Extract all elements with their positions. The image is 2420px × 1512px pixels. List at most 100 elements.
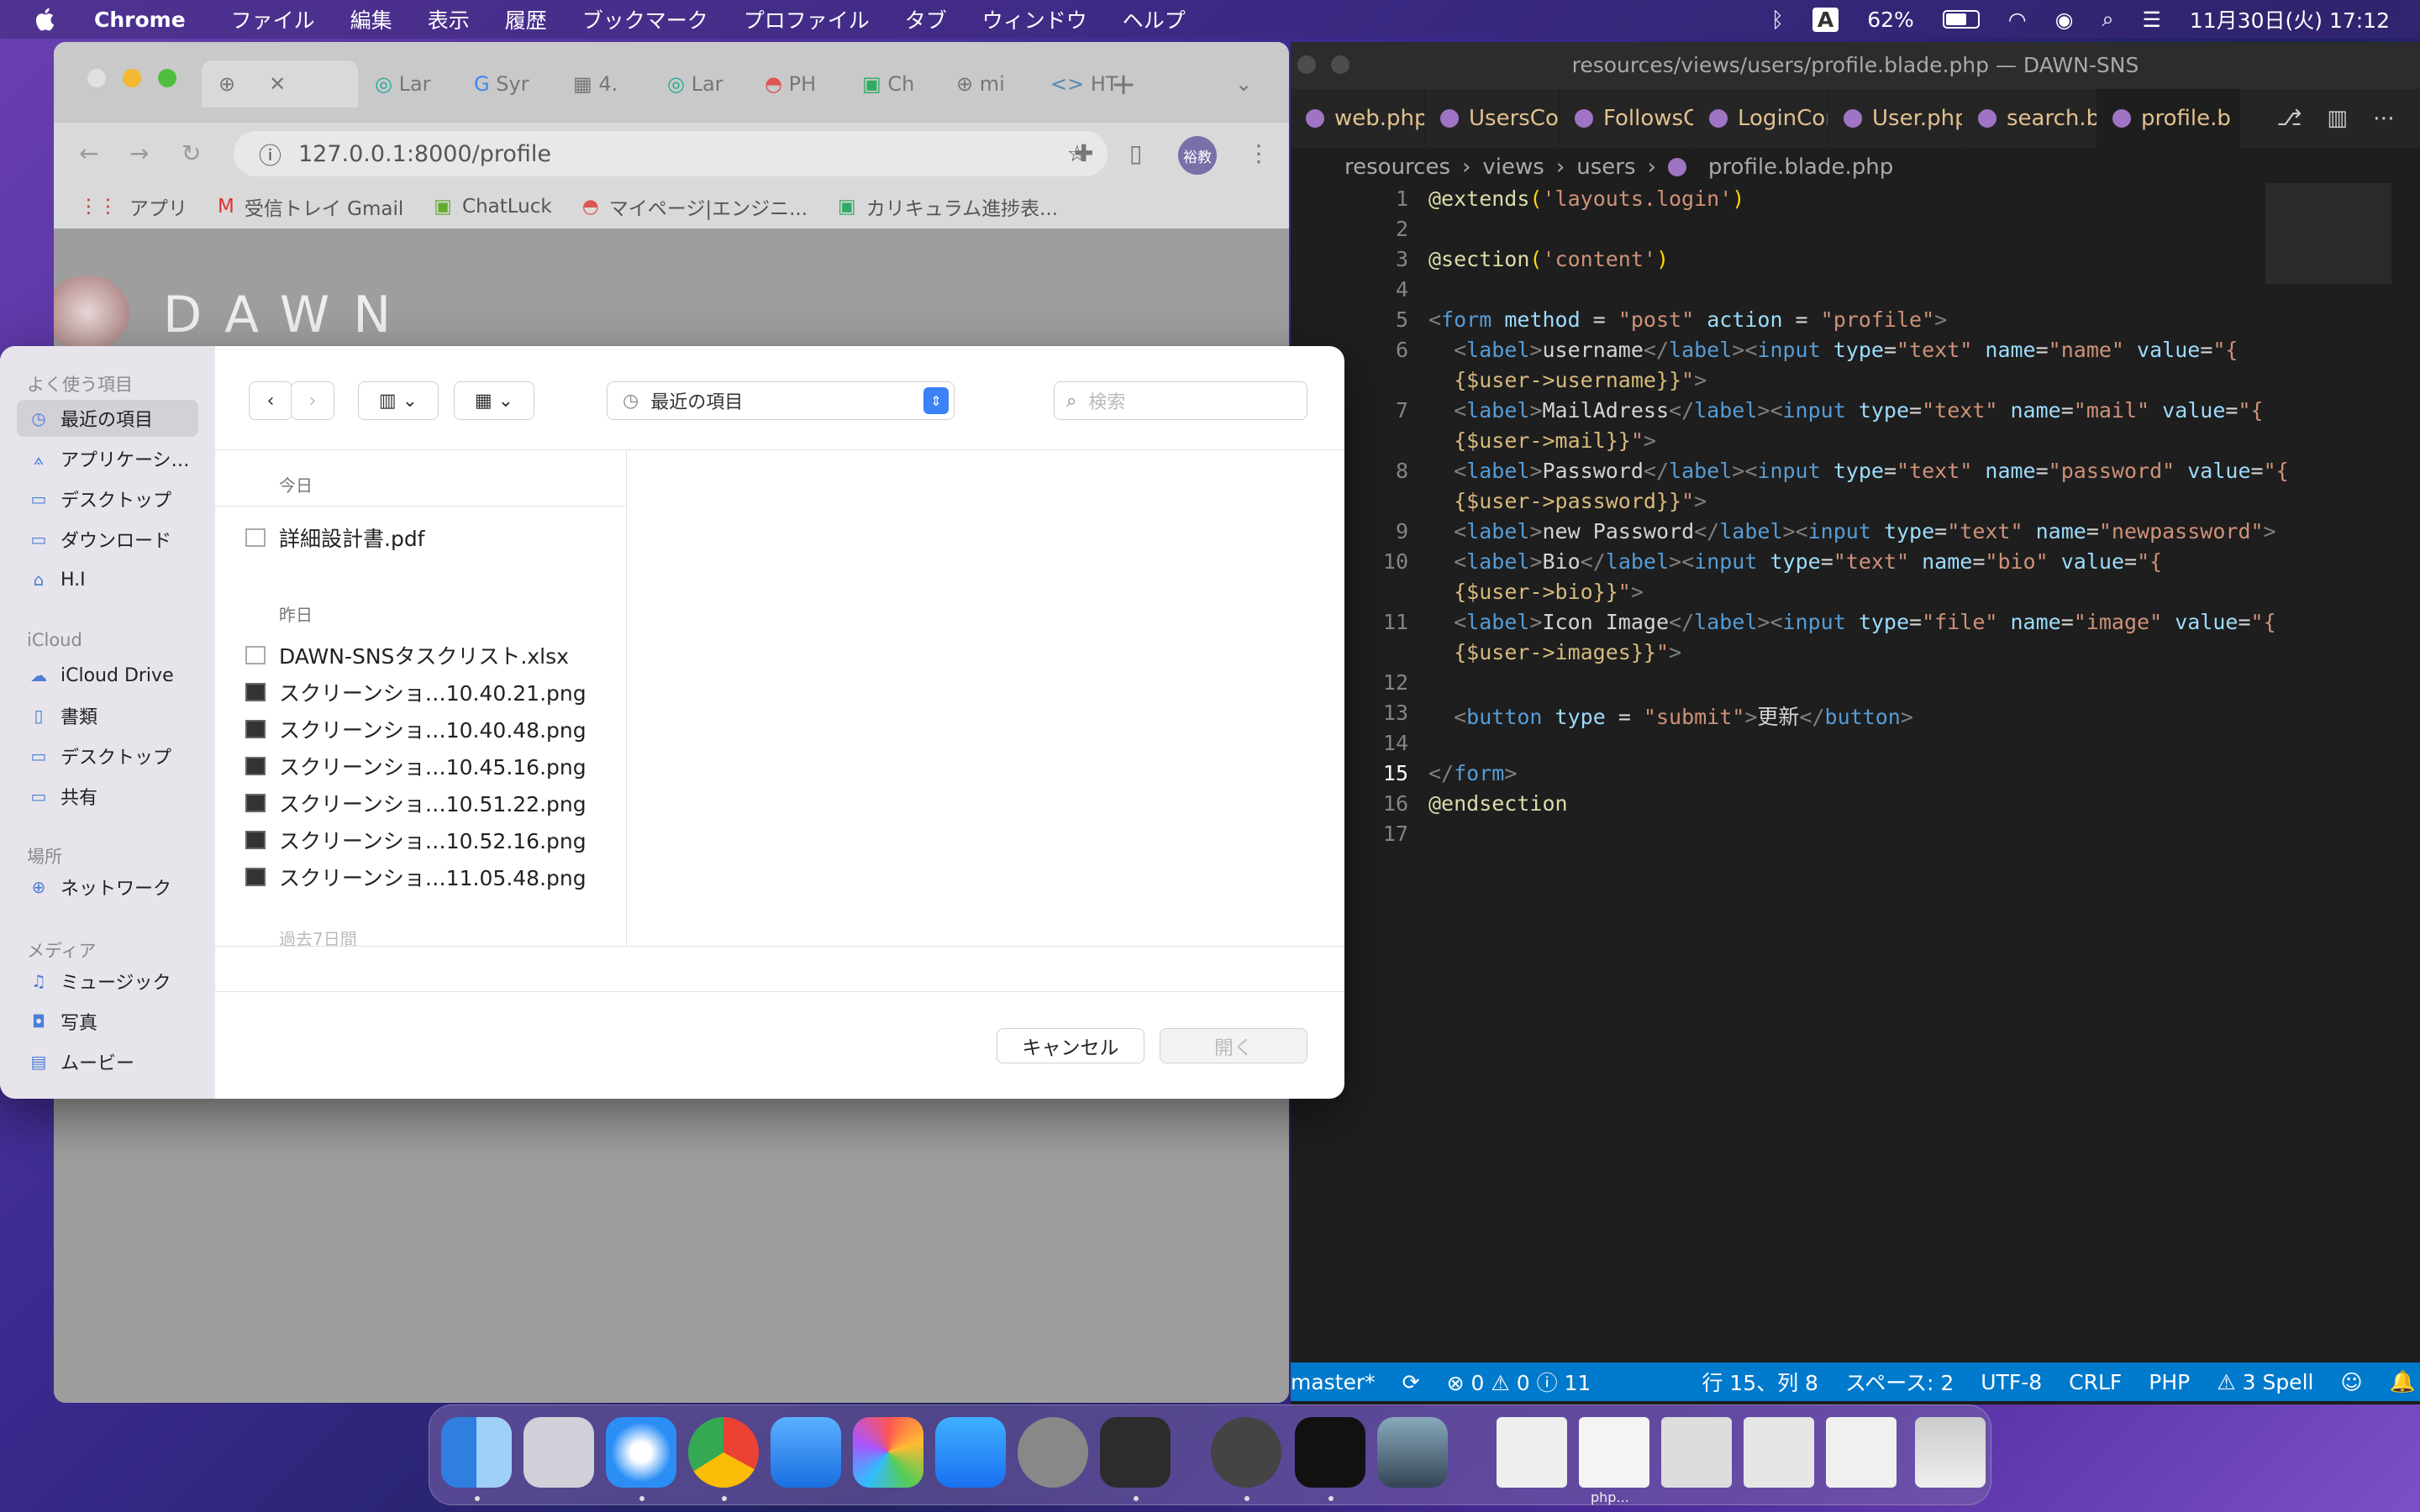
finder-icon[interactable] [441,1417,512,1488]
app-store-icon[interactable] [935,1417,1006,1488]
back-button[interactable]: ‹ [249,381,292,420]
chrome-tab[interactable]: ⊕ mi [956,60,1005,108]
menu-tab[interactable]: タブ [905,4,947,34]
window-thumbnail[interactable] [1744,1417,1814,1488]
window-thumbnail[interactable] [1826,1417,1897,1488]
bookmark-apps[interactable]: アプリ [129,192,187,221]
source-control-icon[interactable]: ⎇ [2276,106,2302,131]
chrome-tab[interactable]: ◓ PH [765,60,816,108]
reload-icon[interactable]: ↻ [182,139,201,167]
minimize-window-button[interactable] [123,69,141,87]
tab-web-php[interactable]: web.php [1291,89,1425,148]
menu-app-name[interactable]: Chrome [94,8,186,32]
chrome-tab[interactable]: <> HT [1050,60,1118,108]
close-tab-icon[interactable]: ✕ [269,72,286,96]
file-item[interactable]: スクリーンショ…11.05.48.png [245,858,623,895]
mail-icon[interactable] [771,1417,841,1488]
sidebar-item-icloud-drive[interactable]: ☁ iCloud Drive [17,657,198,694]
tab-users-controller[interactable]: UsersCo [1425,89,1560,148]
launchpad-icon[interactable] [523,1417,594,1488]
breadcrumb-item[interactable]: views [1482,155,1544,180]
tab-follows-controller[interactable]: FollowsC [1560,89,1694,148]
system-preferences-icon[interactable] [1018,1417,1088,1488]
sidebar-item-music[interactable]: ♫ ミュージック [17,963,198,1000]
clock[interactable]: 11月30日(火) 17:12 [2190,4,2390,34]
sidebar-icon[interactable]: ▯ [1129,139,1142,167]
window-thumbnail[interactable]: php... [1579,1417,1649,1505]
language-mode[interactable]: PHP [2149,1370,2190,1394]
sidebar-item-applications[interactable]: ⟑ アプリケーシ… [17,440,198,477]
git-branch[interactable]: master* [1291,1370,1376,1394]
spell-check[interactable]: ⚠ 3 Spell [2217,1370,2313,1394]
file-item[interactable]: スクリーンショ…10.40.48.png [245,711,623,748]
window-thumbnail[interactable] [1497,1417,1567,1488]
indentation[interactable]: スペース: 2 [1845,1367,1954,1397]
sync-icon[interactable]: ⟳ [1402,1370,1420,1394]
bookmark-curriculum[interactable]: カリキュラム進捗表... [866,192,1058,221]
tab-profile-blade[interactable]: profile.b [2097,89,2240,148]
menu-file[interactable]: ファイル [231,4,315,34]
forward-button[interactable]: › [291,381,334,420]
zoom-window-button[interactable] [158,69,176,87]
sidebar-item-recents[interactable]: ◷ 最近の項目 [17,400,198,437]
input-source-icon[interactable]: A [1812,7,1839,32]
chrome-tab[interactable]: ▣ Ch [862,60,914,108]
battery-icon[interactable] [1942,10,1980,29]
trash-icon[interactable] [1915,1417,1986,1488]
chrome-tab[interactable]: ◎ Lar [375,60,431,108]
terminal-icon[interactable] [1295,1417,1365,1488]
sidebar-item-downloads[interactable]: ▭ ダウンロード [17,521,198,558]
file-item[interactable]: 詳細設計書.pdf [245,519,623,556]
location-dropdown[interactable]: ◷ 最近の項目 ⇕ [607,381,955,420]
sidebar-item-photos[interactable]: ◘ 写真 [17,1003,198,1040]
control-center-icon[interactable]: ☰ [2142,8,2160,32]
feedback-icon[interactable]: ☺ [2340,1370,2362,1394]
preview-icon[interactable] [1377,1417,1448,1488]
sidebar-item-documents[interactable]: ▯ 書類 [17,697,198,734]
info-icon[interactable]: ⓘ [259,138,281,171]
window-thumbnail[interactable] [1661,1417,1732,1488]
wifi-icon[interactable]: ◠ [2008,8,2027,32]
sequel-ace-icon[interactable] [1211,1417,1281,1488]
tab-user-php[interactable]: User.php [1828,89,1963,148]
window-control[interactable] [1331,55,1349,74]
group-button[interactable]: ▦ ⌄ [454,381,534,420]
tab-active[interactable]: ⊕ ✕ [202,60,358,108]
more-actions-icon[interactable]: ⋯ [2373,106,2395,131]
notifications-icon[interactable]: 🔔 [2390,1369,2416,1394]
minimap[interactable] [2265,183,2391,284]
new-tab-button[interactable]: + [1111,60,1136,108]
tab-search-icon[interactable]: ⌄ [1235,60,1252,108]
bookmark-gmail[interactable]: 受信トレイ Gmail [245,192,403,221]
end-of-line[interactable]: CRLF [2069,1370,2122,1394]
menu-icon[interactable]: ⋮ [1247,139,1270,167]
search-placeholder[interactable]: 検索 [1088,387,1125,414]
sidebar-item-movies[interactable]: ▤ ムービー [17,1043,198,1080]
breadcrumb-item[interactable]: resources [1344,155,1450,180]
bookmark-mypage[interactable]: マイページ|エンジニ... [609,192,808,221]
photos-icon[interactable] [853,1417,923,1488]
bookmark-chatluck[interactable]: ChatLuck [462,196,552,218]
file-item[interactable]: DAWN-SNSタスクリスト.xlsx [245,637,623,674]
sidebar-item-desktop[interactable]: ▭ デスクトップ [17,480,198,517]
code-editor[interactable]: 1 2 3 4 5 6 7 8 9 10 11 12 13 14 15 16 1… [1291,185,2420,1403]
chrome-tab[interactable]: G Syr [474,60,529,108]
file-item[interactable]: スクリーンショ…10.51.22.png [245,785,623,822]
file-item[interactable]: スクリーンショ…10.40.21.png [245,674,623,711]
breadcrumb-item[interactable]: users [1576,155,1635,180]
menu-history[interactable]: 履歴 [505,4,547,34]
sidebar-item-home[interactable]: ⌂ H.I [17,561,198,598]
menu-bookmarks[interactable]: ブックマーク [582,4,708,34]
breadcrumb-item[interactable]: profile.blade.php [1708,155,1893,180]
extensions-icon[interactable]: ✚ [1074,139,1093,167]
menu-window[interactable]: ウィンドウ [982,4,1087,34]
address-bar[interactable]: ⓘ 127.0.0.1:8000/profile ☆ [234,131,1107,176]
cancel-button[interactable]: キャンセル [997,1028,1144,1063]
bluetooth-icon[interactable]: ᛒ [1771,8,1784,32]
menu-profile[interactable]: プロファイル [744,4,870,34]
sidebar-item-shared[interactable]: ▭ 共有 [17,778,198,815]
avatar[interactable]: 裕教 [1178,136,1217,175]
user-icon[interactable]: ◉ [2055,8,2074,32]
menu-view[interactable]: 表示 [428,4,470,34]
sidebar-item-icloud-desktop[interactable]: ▭ デスクトップ [17,738,198,774]
